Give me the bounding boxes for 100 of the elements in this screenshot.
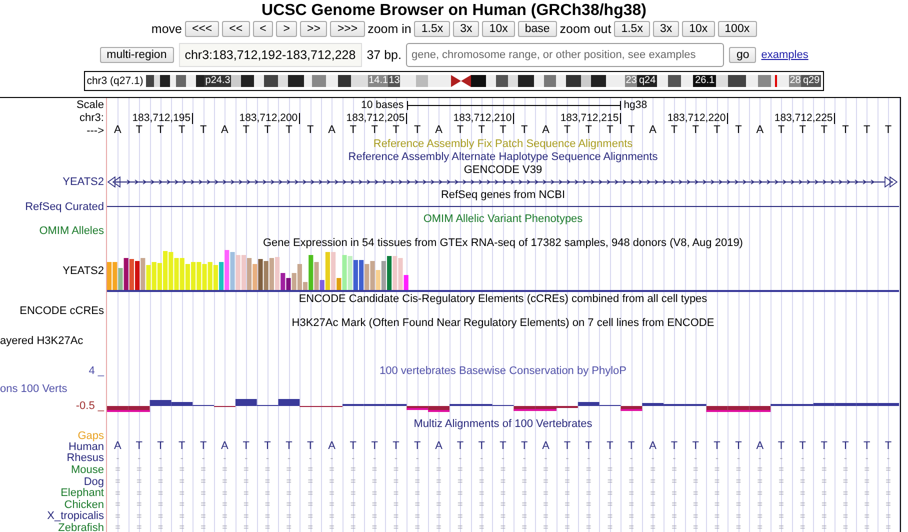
- track-label[interactable]: ayered H3K27Ac: [0, 335, 84, 347]
- base-letter: =: [522, 510, 528, 522]
- base-letter: T: [820, 125, 828, 136]
- base-letter: =: [286, 488, 292, 499]
- base-letter: A: [542, 125, 550, 136]
- move-button[interactable]: >>: [300, 20, 328, 36]
- base-letter: T: [500, 125, 506, 136]
- base-letter: =: [778, 476, 784, 488]
- zoom-in-button[interactable]: 10x: [482, 20, 515, 36]
- base-letter: =: [522, 522, 528, 532]
- base-letter: A: [221, 441, 228, 452]
- position-label: 183,712,215: [560, 112, 621, 124]
- zoom-in-label: zoom in: [368, 22, 412, 36]
- base-letter: =: [372, 464, 378, 476]
- base-letter: =: [478, 464, 484, 476]
- zoom-in-button[interactable]: base: [518, 20, 557, 36]
- zoom-in-button[interactable]: 3x: [453, 20, 480, 36]
- base-letter: T: [692, 441, 699, 452]
- base-letter: =: [628, 488, 634, 499]
- base-letter: =: [478, 510, 484, 522]
- base-letter: =: [286, 522, 292, 532]
- track-label[interactable]: Mouse: [70, 464, 104, 476]
- examples-link[interactable]: examples: [761, 49, 808, 61]
- base-letter: =: [222, 510, 228, 522]
- zoom-out-button[interactable]: 10x: [682, 20, 715, 36]
- move-button[interactable]: >>>: [330, 20, 365, 36]
- base-letter: T: [842, 125, 849, 136]
- track-label[interactable]: ons 100 Verts: [0, 383, 68, 395]
- base-letter: =: [222, 464, 228, 476]
- base-letter: =: [586, 522, 592, 532]
- base-letter: =: [714, 499, 720, 510]
- base-letter: =: [436, 476, 442, 488]
- base-letter: -: [458, 452, 462, 464]
- base-letter: =: [522, 476, 528, 488]
- base-letter: T: [478, 441, 485, 452]
- base-letter: T: [778, 125, 785, 136]
- base-letter: =: [500, 476, 506, 488]
- zoom-in-button[interactable]: 1.5x: [414, 20, 450, 36]
- track-label[interactable]: Dog: [84, 476, 104, 488]
- base-letter: =: [179, 488, 185, 499]
- band-label: 14.1: [368, 75, 388, 87]
- go-button[interactable]: go: [729, 47, 756, 63]
- track-label[interactable]: X_tropicalis: [47, 510, 104, 522]
- move-button[interactable]: <<: [222, 20, 250, 36]
- move-button[interactable]: >: [276, 20, 298, 36]
- base-letter: T: [371, 125, 378, 136]
- track-label[interactable]: RefSeq Curated: [25, 200, 104, 212]
- track-label[interactable]: --->: [86, 124, 104, 136]
- base-letter: =: [672, 476, 677, 488]
- base-letter: =: [736, 499, 742, 510]
- track-label[interactable]: Chicken: [64, 498, 104, 511]
- base-letter: T: [264, 441, 271, 452]
- base-letter: T: [371, 441, 378, 452]
- chromosome-ideogram[interactable]: chr3 (q27.1) p24.3 14.113 23 q24 26.1 28 q29: [84, 71, 824, 91]
- base-letter: =: [243, 499, 249, 510]
- base-letter: -: [202, 452, 205, 464]
- track-label[interactable]: Rhesus: [66, 452, 104, 464]
- base-letter: -: [501, 452, 504, 464]
- base-letter: =: [414, 522, 420, 532]
- zoom-out-button[interactable]: 3x: [652, 20, 680, 36]
- base-letter: -: [416, 452, 419, 464]
- track-label[interactable]: chr3:: [80, 112, 104, 124]
- base-letter: =: [329, 499, 334, 510]
- base-letter: =: [628, 522, 634, 532]
- track-label[interactable]: Scale: [76, 99, 104, 111]
- base-letter: T: [564, 441, 571, 452]
- chromosome-band: [668, 75, 682, 87]
- track-label[interactable]: YEATS2: [62, 176, 104, 188]
- base-letter: =: [264, 522, 270, 532]
- move-button[interactable]: <: [252, 20, 274, 36]
- base-letter: T: [799, 441, 806, 452]
- base-letter: -: [566, 452, 569, 464]
- base-letter: =: [286, 476, 292, 488]
- base-letter: T: [606, 125, 614, 136]
- chromosome-band: [264, 75, 278, 87]
- base-letter: =: [714, 464, 720, 476]
- chromosome-band: [254, 75, 264, 87]
- base-letter: =: [115, 476, 120, 488]
- base-letter: =: [436, 522, 442, 532]
- multi-region-button[interactable]: multi-region: [100, 47, 174, 63]
- base-letter: =: [886, 464, 891, 476]
- base-letter: -: [544, 452, 548, 464]
- chromosome-band: [496, 75, 508, 87]
- track-label[interactable]: Zebrafish: [58, 522, 104, 532]
- track-label[interactable]: OMIM Alleles: [39, 224, 104, 236]
- base-letter: =: [864, 488, 870, 499]
- search-field[interactable]: gene, chromosome range, or other position, see examples: [406, 43, 724, 67]
- base-letter: T: [692, 125, 699, 136]
- base-letter: -: [266, 452, 270, 464]
- track-label[interactable]: ENCODE cCREs: [20, 304, 104, 316]
- base-letter: =: [158, 464, 164, 476]
- base-letter: =: [607, 476, 613, 488]
- track-label[interactable]: YEATS2: [62, 264, 104, 276]
- track-label[interactable]: Human: [68, 440, 104, 453]
- move-button[interactable]: <<<: [184, 20, 220, 36]
- zoom-out-button[interactable]: 100x: [718, 20, 757, 36]
- track-label[interactable]: Elephant: [60, 487, 104, 500]
- position-label: 183,712,210: [453, 112, 514, 124]
- zoom-out-button[interactable]: 1.5x: [614, 20, 650, 36]
- base-letter: =: [821, 488, 827, 499]
